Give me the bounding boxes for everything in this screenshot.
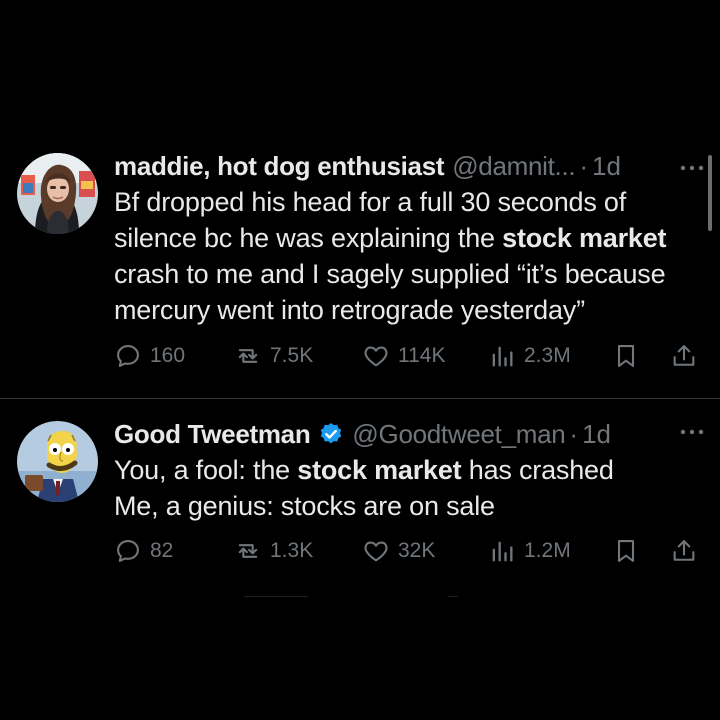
views-button[interactable]: 2.3M — [488, 342, 571, 370]
tweet-text-bold: stock market — [297, 455, 462, 485]
views-chart-icon — [492, 346, 513, 367]
verified-badge-icon[interactable] — [318, 421, 344, 447]
tweet-text: You, a fool: the stock market has crashe… — [114, 452, 700, 524]
retweet-button[interactable]: 1.3K — [234, 537, 313, 565]
share-button[interactable] — [670, 537, 698, 565]
cropped-divider — [448, 596, 458, 597]
reply-icon — [117, 540, 139, 562]
avatar-photo-icon — [17, 153, 98, 234]
retweet-count: 1.3K — [270, 539, 314, 562]
user-handle[interactable]: @damnit... — [452, 150, 575, 182]
reply-button[interactable]: 82 — [114, 537, 173, 565]
avatar[interactable] — [17, 153, 98, 234]
scrollbar[interactable] — [708, 155, 712, 231]
share-button[interactable] — [670, 342, 698, 370]
share-icon — [673, 345, 695, 366]
tweet-text-part: crash to me and I sagely supplied “it’s … — [114, 259, 666, 325]
display-name[interactable]: Good Tweetman — [114, 418, 311, 450]
like-button[interactable]: 114K — [362, 342, 446, 370]
bookmark-icon — [617, 540, 635, 562]
tweet-text-part: You, a fool: the — [114, 455, 298, 485]
more-options-icon[interactable] — [678, 158, 706, 178]
retweet-icon — [238, 349, 258, 363]
views-chart-icon — [492, 541, 513, 562]
more-options-icon[interactable] — [678, 422, 706, 442]
timestamp[interactable]: 1d — [592, 150, 621, 182]
display-name[interactable]: maddie, hot dog enthusiast — [114, 150, 445, 182]
reply-button[interactable]: 160 — [114, 342, 185, 370]
retweet-icon — [238, 544, 258, 558]
tweet-text-part: Me, a genius: stocks are on sale — [114, 491, 495, 521]
cropped-divider — [244, 596, 308, 597]
reply-count: 160 — [150, 344, 186, 367]
like-count: 32K — [398, 539, 436, 562]
tweet-text-part: has crashed — [461, 455, 614, 485]
share-icon — [673, 540, 695, 561]
user-handle[interactable]: @Goodtweet_man — [352, 418, 565, 450]
tweet-2-actions: 82 1.3K 32K 1.2M — [114, 537, 704, 567]
heart-icon — [364, 541, 388, 562]
reply-count: 82 — [150, 539, 174, 562]
bookmark-button[interactable] — [612, 342, 640, 370]
tweet-1-actions: 160 7.5K 114K 2.3M — [114, 342, 704, 372]
like-button[interactable]: 32K — [362, 537, 435, 565]
views-button[interactable]: 1.2M — [488, 537, 571, 565]
tweet-header: maddie, hot dog enthusiast @damnit... · … — [114, 150, 700, 182]
tweet-divider — [0, 398, 720, 399]
tweet-text: Bf dropped his head for a full 30 second… — [114, 184, 700, 328]
retweet-button[interactable]: 7.5K — [234, 342, 313, 370]
bookmark-button[interactable] — [612, 537, 640, 565]
heart-icon — [364, 346, 388, 367]
timestamp[interactable]: 1d — [582, 418, 611, 450]
mr-burns-cartoon-avatar-icon — [17, 421, 98, 502]
retweet-count: 7.5K — [270, 344, 314, 367]
avatar[interactable] — [17, 421, 98, 502]
bookmark-icon — [617, 345, 635, 367]
separator-dot: · — [569, 419, 579, 449]
views-count: 1.2M — [524, 539, 571, 562]
tweet-header: Good Tweetman @Goodtweet_man · 1d — [114, 418, 700, 450]
separator-dot: · — [579, 151, 588, 181]
like-count: 114K — [398, 344, 446, 367]
views-count: 2.3M — [524, 344, 571, 367]
tweet-text-bold: stock market — [502, 223, 667, 253]
reply-icon — [117, 345, 139, 367]
